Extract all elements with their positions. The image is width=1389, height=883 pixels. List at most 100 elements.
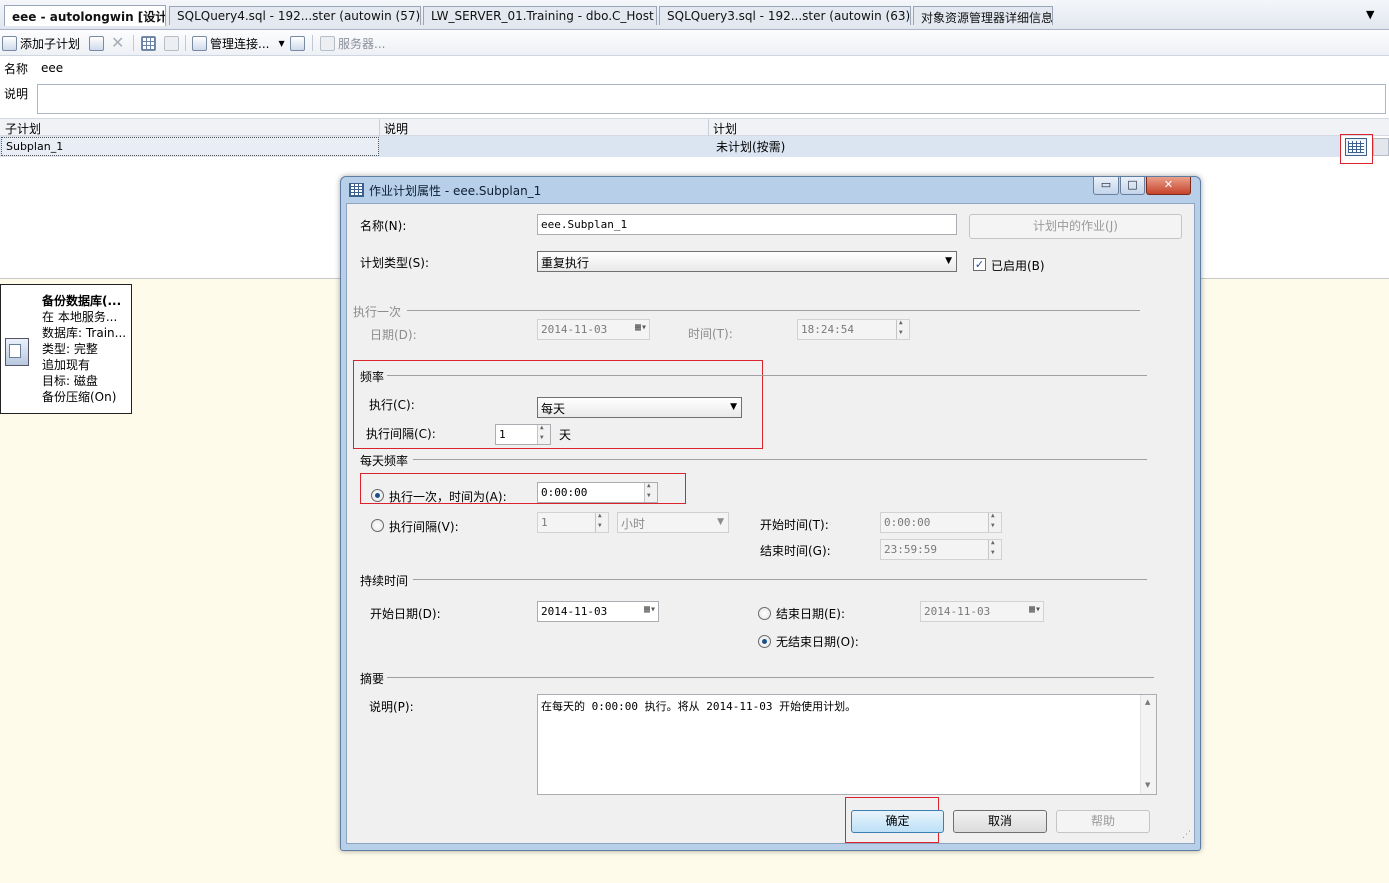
start-date-value: 2014-11-03 (541, 605, 608, 618)
end-date-label: 结束日期(E): (776, 607, 845, 621)
add-subplan-button[interactable]: 添加子计划 (2, 34, 80, 52)
chevron-down-icon: ▼ (730, 402, 737, 412)
report-button[interactable] (290, 34, 305, 52)
tab-sqlquery3[interactable]: SQLQuery3.sql - 192...ster (autowin (63)… (659, 6, 911, 25)
plan-name-input[interactable]: eee (37, 58, 1389, 78)
task-line: 目标: 磁盘 (42, 374, 98, 388)
duration-group-title: 持续时间 (360, 574, 409, 588)
column-divider (379, 119, 380, 136)
schedule-type-select[interactable]: 重复执行 ▼ (537, 251, 957, 272)
occurs-every-radio[interactable] (371, 519, 384, 532)
column-header-description[interactable]: 说明 (384, 120, 408, 137)
subplan-schedule-button[interactable] (141, 34, 156, 52)
end-date-radio[interactable] (758, 607, 771, 620)
ok-button[interactable]: 确定 (851, 810, 944, 833)
tab-c-host[interactable]: LW_SERVER_01.Training - dbo.C_Host (423, 6, 657, 25)
task-line: 数据库: Train... (42, 326, 127, 340)
summary-description-label: 说明(P): (369, 700, 414, 714)
delete-icon: ✕ (111, 33, 125, 52)
ending-time-label: 结束时间(G): (760, 544, 831, 558)
jobs-in-schedule-button[interactable]: 计划中的作业(J) (969, 214, 1182, 239)
toolbar-separator (133, 35, 134, 51)
clear-schedule-button[interactable] (1373, 138, 1389, 156)
column-divider (708, 119, 709, 136)
occurs-once-time-input[interactable]: 0:00:00 (537, 482, 658, 503)
scroll-down-icon[interactable]: ▼ (1145, 781, 1150, 789)
scroll-up-icon[interactable]: ▲ (1145, 698, 1150, 706)
group-divider (407, 310, 1140, 311)
column-header-schedule[interactable]: 计划 (713, 120, 737, 137)
maximize-button[interactable]: □ (1120, 177, 1145, 195)
subplan-schedule-cell[interactable]: 未计划(按需) (716, 138, 785, 155)
group-divider (387, 375, 1147, 376)
report-icon (290, 35, 305, 51)
servers-button[interactable]: 服务器... (320, 34, 385, 52)
enabled-checkbox[interactable]: ✓ (973, 258, 986, 271)
one-time-time-input[interactable]: 18:24:54 (797, 319, 910, 340)
resize-grip-icon[interactable]: ⋰ (1182, 830, 1191, 840)
dialog-title: 作业计划属性 - eee.Subplan_1 (369, 184, 542, 198)
cancel-button[interactable]: 取消 (953, 810, 1047, 833)
edit-subplan-button[interactable] (89, 34, 104, 52)
tab-sqlquery4[interactable]: SQLQuery4.sql - 192...ster (autowin (57)… (169, 6, 421, 25)
toolbar-separator (312, 35, 313, 51)
calendar-icon (141, 35, 156, 51)
subplan-name-cell[interactable]: Subplan_1 (1, 137, 379, 156)
one-time-date-picker[interactable]: 2014-11-03 ▦▾ (537, 319, 650, 340)
group-divider (413, 579, 1147, 580)
plan-description-input[interactable] (37, 84, 1386, 114)
occurs-value: 每天 (541, 402, 566, 416)
servers-label: 服务器... (338, 36, 386, 51)
tab-overflow-dropdown-icon[interactable]: ▼ (1366, 8, 1374, 21)
manage-connections-label: 管理连接... (210, 36, 270, 51)
tab-eee-design[interactable]: eee - autolongwin [设计] (4, 5, 166, 26)
no-end-date-label: 无结束日期(O): (776, 635, 859, 649)
plan-name-label: 名称 (4, 62, 29, 76)
chevron-down-icon: ▼ (717, 517, 724, 527)
plan-description-label: 说明 (4, 87, 29, 101)
summary-description-textarea[interactable]: 在每天的 0:00:00 执行。将从 2014-11-03 开始使用计划。 (537, 694, 1157, 795)
enabled-label: 已启用(B) (991, 259, 1045, 273)
time-spinner[interactable] (644, 483, 657, 502)
remove-schedule-icon (164, 35, 179, 51)
occurs-select[interactable]: 每天 ▼ (537, 397, 742, 418)
summary-scrollbar[interactable]: ▲ ▼ (1140, 695, 1156, 794)
one-time-group-title: 执行一次 (353, 305, 402, 319)
connections-icon (192, 35, 207, 51)
manage-connections-button[interactable]: 管理连接... ▼ (192, 34, 285, 52)
end-date-picker[interactable]: 2014-11-03 ▦▾ (920, 601, 1044, 622)
occurs-every-unit-select[interactable]: 小时 ▼ (617, 512, 729, 533)
time-spinner[interactable] (896, 320, 909, 339)
every-spinner[interactable] (595, 513, 608, 532)
occurs-once-radio[interactable] (371, 489, 384, 502)
starting-time-input[interactable]: 0:00:00 (880, 512, 1002, 533)
recurs-every-input[interactable]: 1 (495, 424, 551, 445)
time-spinner[interactable] (988, 513, 1001, 532)
schedule-name-input[interactable]: eee.Subplan_1 (537, 214, 957, 235)
delete-subplan-button[interactable]: ✕ (111, 34, 124, 52)
help-button[interactable]: 帮助 (1056, 810, 1150, 833)
server-icon (320, 35, 335, 51)
calendar-icon (1348, 141, 1364, 153)
task-line: 在 本地服务... (42, 310, 118, 324)
start-date-picker[interactable]: 2014-11-03 ▦▾ (537, 601, 659, 622)
column-header-subplan[interactable]: 子计划 (5, 120, 41, 137)
recurs-unit-label: 天 (559, 428, 572, 442)
recurs-spinner[interactable] (537, 425, 550, 444)
calendar-icon[interactable]: ▦▾ (644, 604, 656, 615)
minimize-button[interactable]: ▭ (1093, 177, 1119, 195)
ending-time-input[interactable]: 23:59:59 (880, 539, 1002, 560)
close-button[interactable]: ✕ (1146, 177, 1191, 195)
document-tab-strip: eee - autolongwin [设计] SQLQuery4.sql - 1… (0, 0, 1389, 30)
schedule-type-label: 计划类型(S): (360, 256, 430, 270)
toolbar-separator (185, 35, 186, 51)
task-line: 追加现有 (42, 358, 91, 372)
occurs-once-label: 执行一次，时间为(A): (389, 490, 507, 504)
remove-schedule-button[interactable] (164, 34, 179, 52)
occurs-every-input[interactable]: 1 (537, 512, 609, 533)
calendar-icon (349, 183, 364, 197)
tab-object-explorer-details[interactable]: 对象资源管理器详细信息 (913, 6, 1053, 25)
no-end-date-radio[interactable] (758, 635, 771, 648)
edit-icon (89, 35, 104, 51)
time-spinner[interactable] (988, 540, 1001, 559)
